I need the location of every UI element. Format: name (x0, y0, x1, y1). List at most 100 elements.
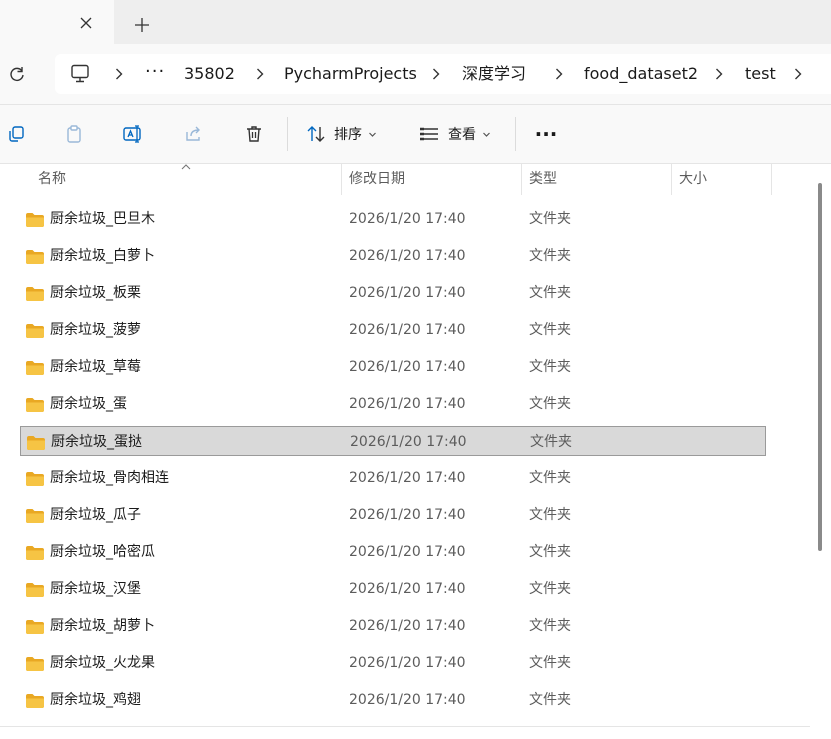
file-row[interactable]: 厨余垃圾_蛋挞 2026/1/20 17:40 文件夹 (20, 426, 766, 456)
file-type: 文件夹 (529, 248, 571, 264)
file-row[interactable]: 厨余垃圾_白萝卜 2026/1/20 17:40 文件夹 (20, 241, 766, 271)
file-name[interactable]: 厨余垃圾_瓜子 (50, 500, 141, 530)
view-button[interactable]: 查看 (418, 118, 491, 150)
file-type: 文件夹 (529, 470, 571, 486)
file-modified-date: 2026/1/20 17:40 (349, 322, 466, 338)
file-modified-date: 2026/1/20 17:40 (349, 655, 466, 671)
sort-icon (307, 126, 325, 142)
new-tab-plus-icon[interactable] (128, 11, 156, 39)
column-divider[interactable] (341, 163, 342, 195)
address-row: ··· 35802 PycharmProjects 深度学习 food_data… (0, 44, 831, 104)
breadcrumb-35802[interactable]: 35802 (184, 54, 235, 94)
file-modified-date: 2026/1/20 17:40 (349, 211, 466, 227)
sort-ascending-caret-icon (181, 164, 191, 170)
toolbar-divider (515, 117, 516, 151)
file-name[interactable]: 厨余垃圾_白萝卜 (50, 241, 155, 271)
column-divider[interactable] (771, 163, 772, 195)
file-modified-date: 2026/1/20 17:40 (349, 581, 466, 597)
close-icon[interactable] (73, 10, 99, 36)
breadcrumb-pycharmprojects[interactable]: PycharmProjects (284, 54, 417, 94)
folder-icon (26, 620, 44, 634)
file-name[interactable]: 厨余垃圾_胡萝卜 (50, 611, 155, 641)
file-row[interactable]: 厨余垃圾_哈密瓜 2026/1/20 17:40 文件夹 (20, 537, 766, 567)
file-modified-date: 2026/1/20 17:40 (349, 396, 466, 412)
tab-current[interactable] (0, 0, 114, 44)
file-name[interactable]: 厨余垃圾_菠萝 (50, 315, 141, 345)
file-name[interactable]: 厨余垃圾_火龙果 (50, 648, 155, 678)
file-name[interactable]: 厨余垃圾_蛋 (50, 389, 127, 419)
file-modified-date: 2026/1/20 17:40 (349, 507, 466, 523)
more-options-button[interactable]: ··· (530, 118, 562, 150)
tab-strip (0, 0, 831, 44)
chevron-right-icon[interactable] (790, 66, 806, 82)
breadcrumb-deep-learning[interactable]: 深度学习 (462, 54, 526, 94)
sort-label: 排序 (334, 127, 362, 143)
file-name[interactable]: 厨余垃圾_板栗 (50, 278, 141, 308)
folder-icon (26, 546, 44, 560)
column-name-header[interactable]: 名称 (38, 163, 66, 195)
file-type: 文件夹 (529, 211, 571, 227)
delete-icon[interactable] (238, 118, 270, 150)
chevron-right-icon[interactable] (111, 66, 127, 82)
chevron-right-icon[interactable] (428, 66, 444, 82)
column-divider[interactable] (671, 163, 672, 195)
breadcrumb-overflow-button[interactable]: ··· (145, 54, 165, 94)
folder-icon (26, 250, 44, 264)
view-label: 查看 (448, 127, 476, 143)
file-name[interactable]: 厨余垃圾_蛋挞 (51, 427, 142, 457)
breadcrumb-test[interactable]: test (745, 54, 776, 94)
file-row[interactable]: 厨余垃圾_火龙果 2026/1/20 17:40 文件夹 (20, 648, 766, 678)
paste-icon[interactable] (58, 118, 90, 150)
file-row[interactable]: 厨余垃圾_汉堡 2026/1/20 17:40 文件夹 (20, 574, 766, 604)
chevron-right-icon[interactable] (252, 66, 268, 82)
file-name[interactable]: 厨余垃圾_鸡翅 (50, 685, 141, 715)
file-name[interactable]: 厨余垃圾_哈密瓜 (50, 537, 155, 567)
column-type-header[interactable]: 类型 (529, 163, 557, 195)
file-type: 文件夹 (529, 618, 571, 634)
copy-icon[interactable] (0, 118, 32, 150)
file-row[interactable]: 厨余垃圾_草莓 2026/1/20 17:40 文件夹 (20, 352, 766, 382)
view-icon (420, 127, 438, 141)
column-divider[interactable] (521, 163, 522, 195)
file-row[interactable]: 厨余垃圾_瓜子 2026/1/20 17:40 文件夹 (20, 500, 766, 530)
share-icon[interactable] (178, 118, 210, 150)
file-type: 文件夹 (529, 322, 571, 338)
file-name[interactable]: 厨余垃圾_汉堡 (50, 574, 141, 604)
breadcrumb-food-dataset2[interactable]: food_dataset2 (584, 54, 698, 94)
sort-button[interactable]: 排序 (306, 118, 377, 150)
file-row[interactable]: 厨余垃圾_骨肉相连 2026/1/20 17:40 文件夹 (20, 463, 766, 493)
folder-icon (26, 472, 44, 486)
vertical-scrollbar[interactable] (818, 183, 822, 551)
file-type: 文件夹 (529, 544, 571, 560)
chevron-right-icon[interactable] (551, 66, 567, 82)
file-row[interactable]: 厨余垃圾_胡萝卜 2026/1/20 17:40 文件夹 (20, 611, 766, 641)
this-pc-icon[interactable] (70, 64, 92, 84)
file-modified-date: 2026/1/20 17:40 (349, 618, 466, 634)
file-row[interactable]: 厨余垃圾_蛋 2026/1/20 17:40 文件夹 (20, 389, 766, 419)
folder-icon (26, 509, 44, 523)
chevron-down-icon (369, 132, 376, 137)
folder-icon (26, 694, 44, 708)
folder-icon (26, 361, 44, 375)
address-bar[interactable]: ··· 35802 PycharmProjects 深度学习 food_data… (55, 54, 831, 94)
column-modified-header[interactable]: 修改日期 (349, 163, 405, 195)
file-row[interactable]: 厨余垃圾_板栗 2026/1/20 17:40 文件夹 (20, 278, 766, 308)
column-size-header[interactable]: 大小 (679, 163, 707, 195)
file-modified-date: 2026/1/20 17:40 (349, 285, 466, 301)
rename-icon[interactable] (117, 118, 149, 150)
file-modified-date: 2026/1/20 17:40 (349, 692, 466, 708)
file-name[interactable]: 厨余垃圾_骨肉相连 (50, 463, 169, 493)
file-row[interactable]: 厨余垃圾_鸡翅 2026/1/20 17:40 文件夹 (20, 685, 766, 715)
file-row[interactable]: 厨余垃圾_菠萝 2026/1/20 17:40 文件夹 (20, 315, 766, 345)
file-name[interactable]: 厨余垃圾_巴旦木 (50, 204, 155, 234)
file-type: 文件夹 (529, 507, 571, 523)
file-type: 文件夹 (529, 359, 571, 375)
file-name[interactable]: 厨余垃圾_草莓 (50, 352, 141, 382)
file-row[interactable]: 厨余垃圾_巴旦木 2026/1/20 17:40 文件夹 (20, 204, 766, 234)
file-modified-date: 2026/1/20 17:40 (349, 248, 466, 264)
chevron-right-icon[interactable] (711, 66, 727, 82)
folder-icon (26, 583, 44, 597)
file-type: 文件夹 (530, 434, 572, 450)
toolbar-divider (287, 117, 288, 151)
refresh-icon[interactable] (4, 61, 30, 87)
